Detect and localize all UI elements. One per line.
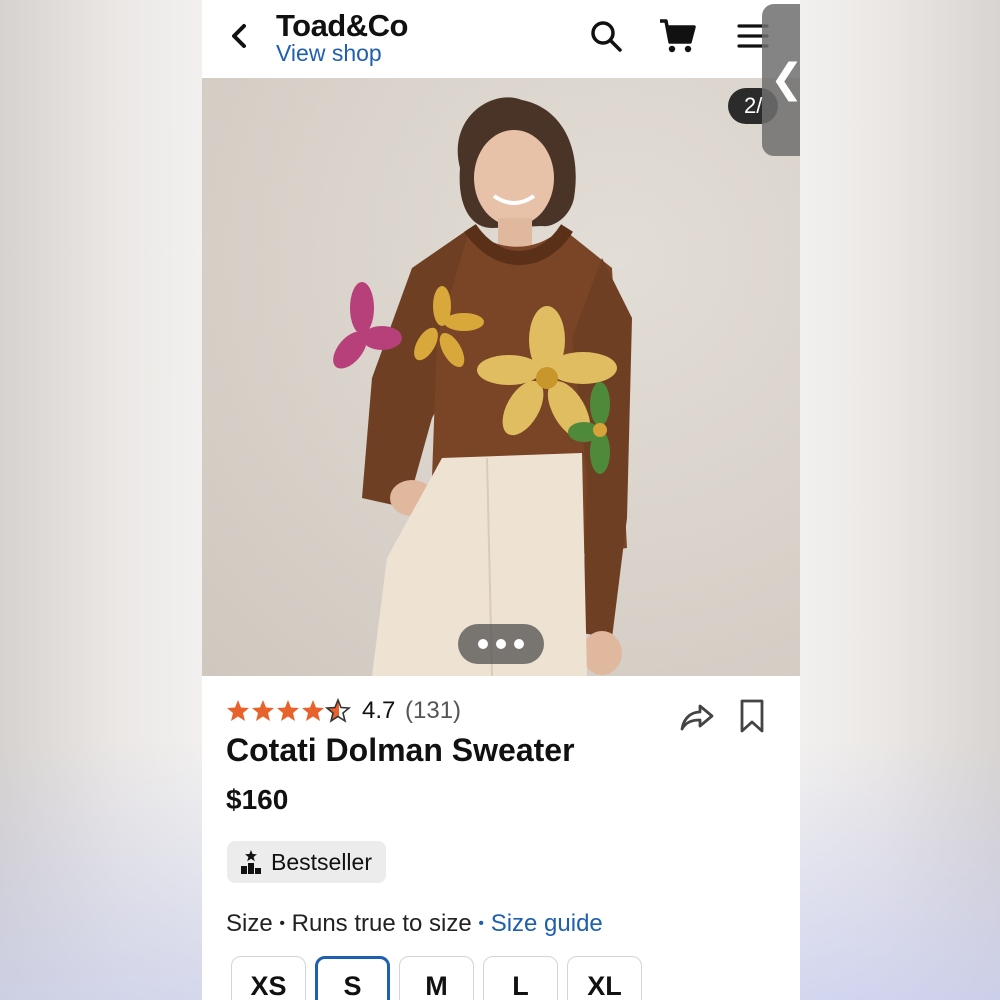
product-image-carousel[interactable]: 2/ <box>202 78 800 676</box>
dot-icon <box>478 639 488 649</box>
separator-dot: • <box>478 915 485 932</box>
separator-dot: • <box>279 915 285 932</box>
search-icon <box>591 21 622 52</box>
app-header: Toad&Co View shop <box>202 0 800 78</box>
size-option-l[interactable]: L <box>483 956 558 1000</box>
size-guide-link[interactable]: Size guide <box>491 910 603 937</box>
background-left-blur <box>0 0 202 1000</box>
badge-label: Bestseller <box>271 848 372 875</box>
star-icon <box>252 700 274 721</box>
product-title: Cotati Dolman Sweater <box>226 732 575 768</box>
half-star-icon <box>324 697 352 723</box>
bestseller-badge: Bestseller <box>227 841 386 883</box>
star-rating <box>226 697 352 729</box>
save-button[interactable] <box>736 697 768 735</box>
fit-note: Runs true to size <box>291 910 472 937</box>
bookmark-icon <box>740 699 764 733</box>
view-shop-link[interactable]: View shop <box>276 40 382 67</box>
size-options: XS S M L XL <box>231 956 642 1000</box>
review-count[interactable]: (131) <box>405 697 461 725</box>
size-info-row: Size • Runs true to size • Size guide <box>226 910 603 938</box>
chevron-left-icon <box>232 24 246 48</box>
cart-icon <box>660 19 696 53</box>
size-label: Size <box>226 910 273 937</box>
search-button[interactable] <box>588 18 624 54</box>
cart-button[interactable] <box>658 16 698 56</box>
chevron-left-icon: ❮ <box>770 57 804 101</box>
rating-value: 4.7 <box>362 697 396 724</box>
share-button[interactable] <box>678 697 716 735</box>
dot-icon <box>496 639 506 649</box>
side-panel-tab[interactable]: ❮ <box>762 4 804 156</box>
gallery-more-button[interactable] <box>458 624 544 664</box>
dot-icon <box>514 639 524 649</box>
product-photo <box>333 97 632 676</box>
bestseller-icon <box>241 850 261 874</box>
size-option-s[interactable]: S <box>315 956 390 1000</box>
size-option-xs[interactable]: XS <box>231 956 306 1000</box>
size-option-m[interactable]: M <box>399 956 474 1000</box>
product-page: Toad&Co View shop 2/ 4.7 (131) Cotati Do… <box>202 0 800 1000</box>
product-price: $160 <box>226 784 289 815</box>
share-icon <box>680 704 714 731</box>
size-option-xl[interactable]: XL <box>567 956 642 1000</box>
background-right-blur <box>800 0 1000 1000</box>
shop-name: Toad&Co <box>276 8 408 43</box>
star-icon <box>302 700 324 721</box>
star-icon <box>227 700 249 721</box>
back-button[interactable] <box>224 18 256 54</box>
star-icon <box>277 700 299 721</box>
